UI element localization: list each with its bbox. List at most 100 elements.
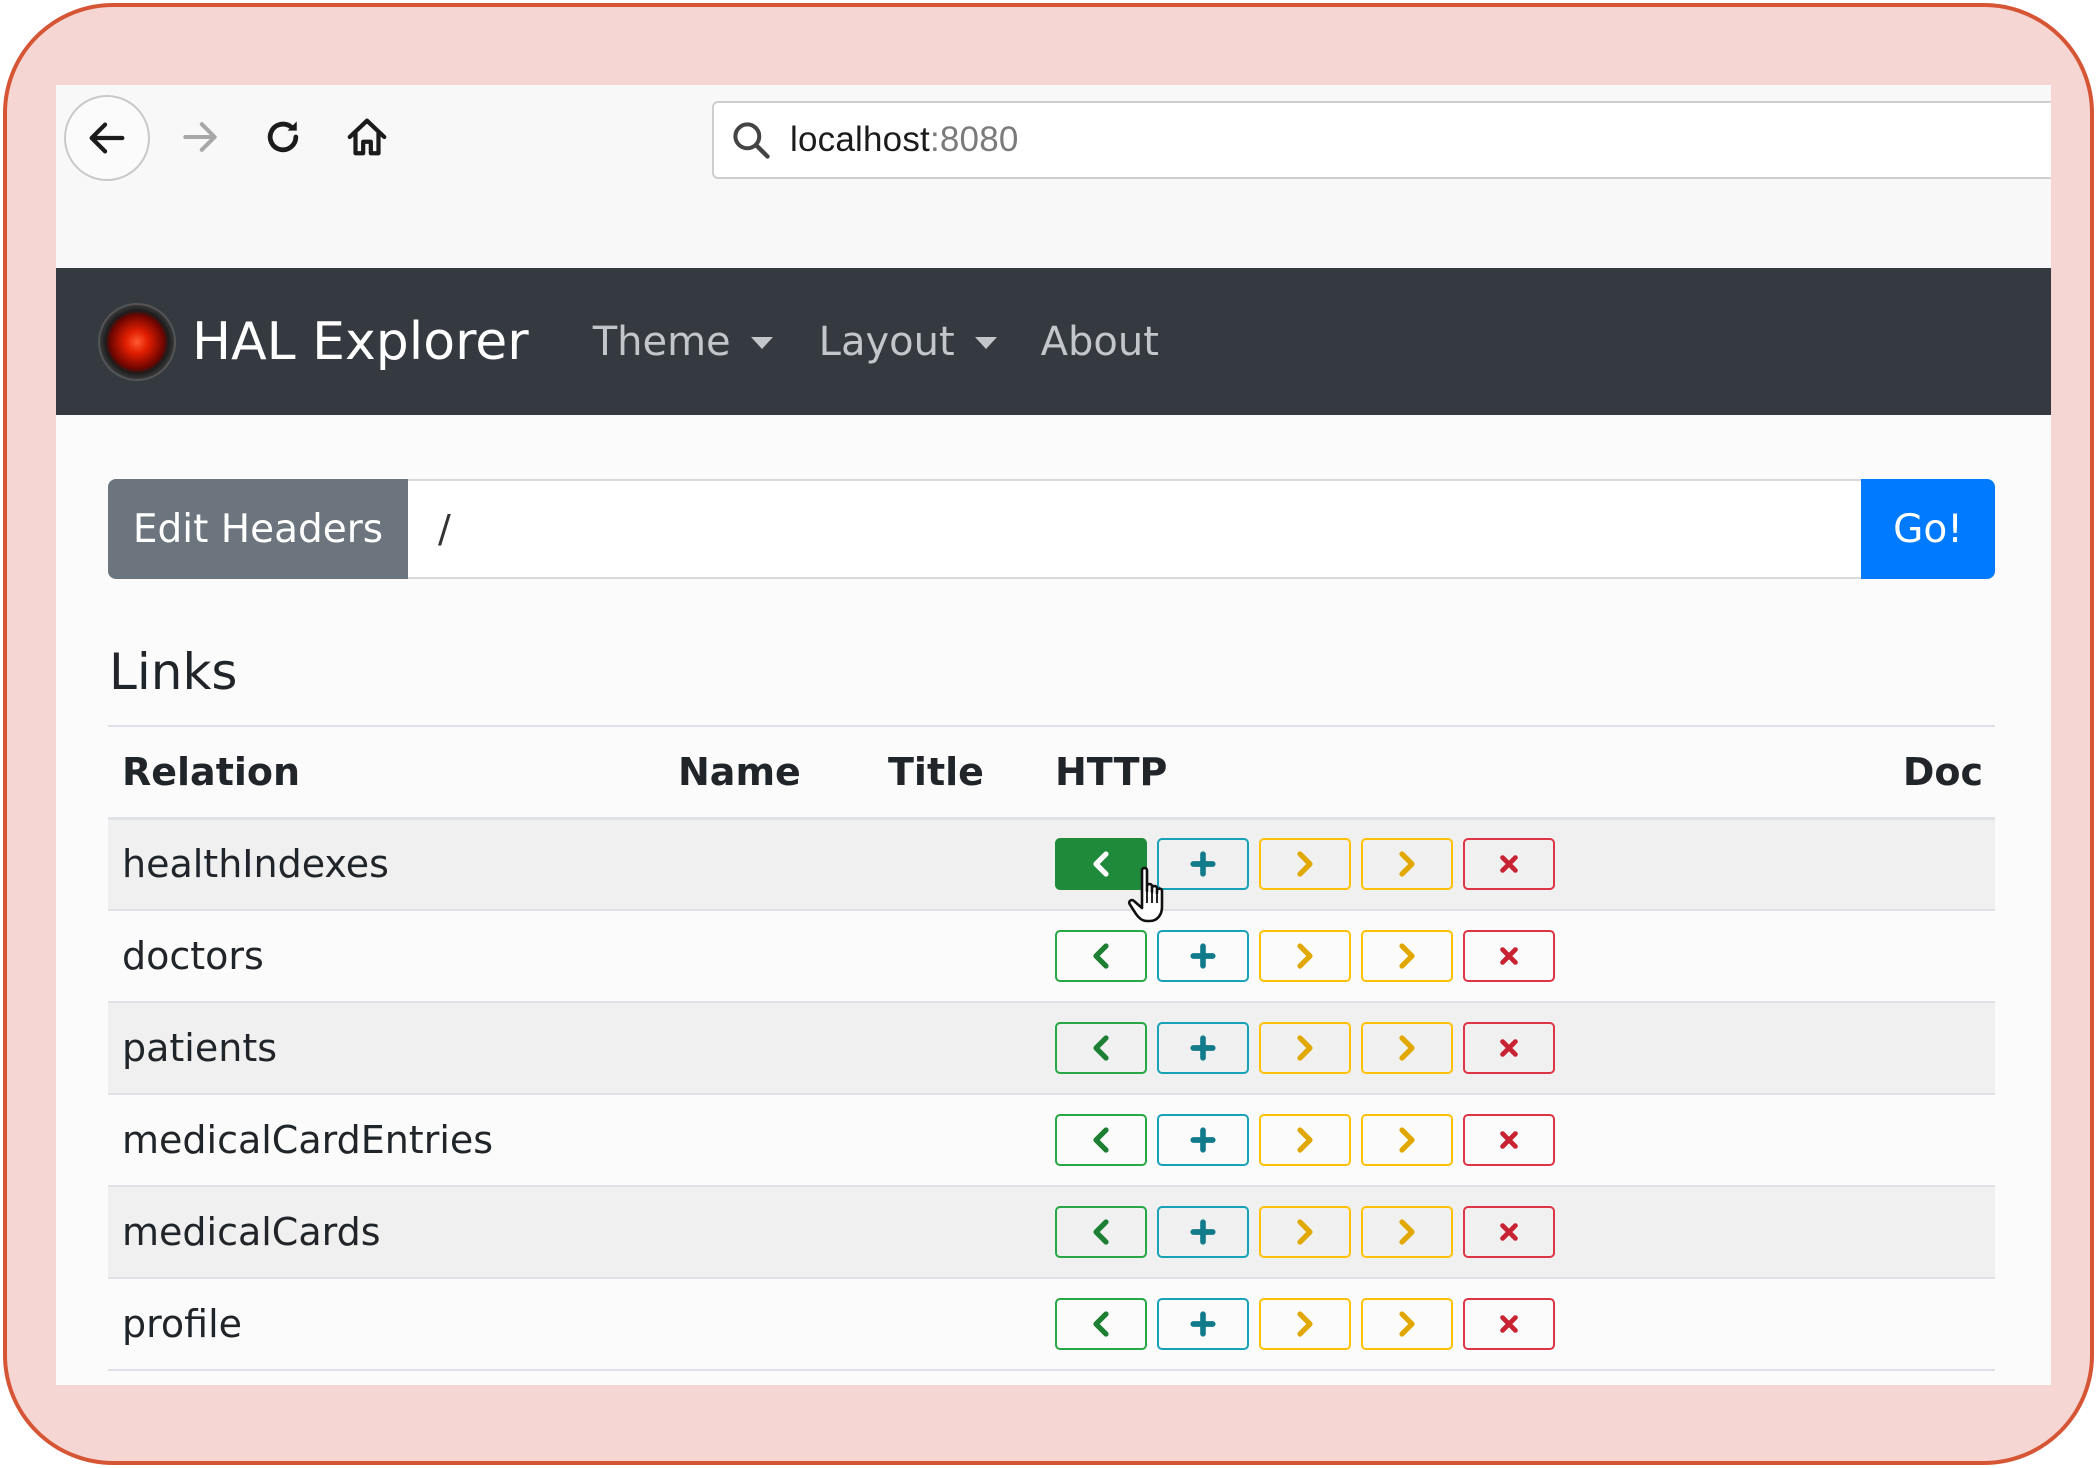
put-button[interactable] <box>1259 1298 1351 1350</box>
link-doc <box>1875 818 1995 911</box>
home-button[interactable] <box>337 107 397 167</box>
table-row: medicalCards <box>108 1186 1995 1279</box>
patch-button[interactable] <box>1361 1206 1453 1258</box>
links-table: Relation Name Title HTTP Doc healthIndex… <box>108 725 1995 1371</box>
hand-pointer-cursor-icon <box>1127 866 1164 923</box>
link-http-actions <box>1055 1094 1875 1187</box>
patch-button[interactable] <box>1361 1022 1453 1074</box>
delete-button[interactable] <box>1463 1298 1555 1350</box>
patch-button[interactable] <box>1361 1298 1453 1350</box>
column-header-doc: Doc <box>1875 725 1995 820</box>
navbar-brand[interactable]: HAL Explorer <box>100 304 529 379</box>
link-title <box>888 818 1055 911</box>
delete-button[interactable] <box>1463 930 1555 982</box>
edit-headers-button[interactable]: Edit Headers <box>108 479 408 579</box>
chevron-right-icon <box>1293 942 1317 970</box>
delete-button[interactable] <box>1463 1022 1555 1074</box>
plus-icon <box>1190 1127 1216 1153</box>
close-icon <box>1498 1313 1520 1335</box>
http-button-group <box>1055 1114 1875 1166</box>
link-name <box>678 1002 888 1095</box>
column-header-name: Name <box>678 725 888 820</box>
link-title <box>888 1186 1055 1279</box>
put-button[interactable] <box>1259 1114 1351 1166</box>
plus-icon <box>1190 851 1216 877</box>
links-table-body: healthIndexes doctors patients medicalCardE… <box>108 818 1995 1371</box>
link-name <box>678 1094 888 1187</box>
post-button[interactable] <box>1157 1206 1249 1258</box>
delete-button[interactable] <box>1463 838 1555 891</box>
put-button[interactable] <box>1259 1022 1351 1074</box>
nav-theme-dropdown[interactable]: Theme <box>593 319 773 365</box>
patch-button[interactable] <box>1361 1114 1453 1166</box>
reload-icon <box>267 121 299 153</box>
post-button[interactable] <box>1157 930 1249 982</box>
http-button-group <box>1055 1022 1875 1074</box>
link-http-actions <box>1055 1278 1875 1371</box>
http-button-group <box>1055 1206 1875 1258</box>
table-row: patients <box>108 1002 1995 1095</box>
close-icon <box>1498 1037 1520 1059</box>
get-button[interactable] <box>1055 1022 1147 1074</box>
post-button[interactable] <box>1157 1022 1249 1074</box>
column-header-title: Title <box>888 725 1055 820</box>
put-button[interactable] <box>1259 930 1351 982</box>
link-http-actions <box>1055 1186 1875 1279</box>
post-button[interactable] <box>1157 1298 1249 1350</box>
link-relation: patients <box>108 1002 678 1095</box>
plus-icon <box>1190 943 1216 969</box>
table-row: doctors <box>108 910 1995 1003</box>
table-row: healthIndexes <box>108 818 1995 911</box>
link-name <box>678 818 888 911</box>
link-title <box>888 910 1055 1003</box>
forward-button[interactable] <box>170 107 230 167</box>
plus-icon <box>1190 1219 1216 1245</box>
chevron-right-icon <box>1293 1310 1317 1338</box>
reload-button[interactable] <box>253 107 313 167</box>
http-button-group <box>1055 838 1875 891</box>
get-button[interactable] <box>1055 1114 1147 1166</box>
search-icon <box>728 117 774 163</box>
nav-layout-dropdown[interactable]: Layout <box>819 319 997 365</box>
url-host: localhost <box>790 120 930 159</box>
caret-down-icon <box>750 336 773 349</box>
nav-about-link[interactable]: About <box>1041 319 1159 365</box>
link-name <box>678 1186 888 1279</box>
chevron-left-icon <box>1089 1126 1113 1154</box>
get-button[interactable] <box>1055 1298 1147 1350</box>
back-button[interactable] <box>64 95 150 181</box>
nav-about-label: About <box>1040 318 1159 365</box>
put-button[interactable] <box>1259 1206 1351 1258</box>
get-button[interactable] <box>1055 1206 1147 1258</box>
url-port: :8080 <box>929 120 1019 159</box>
go-button[interactable]: Go! <box>1861 479 1995 579</box>
address-bar[interactable]: localhost:8080 <box>712 101 2051 179</box>
link-name <box>678 1278 888 1371</box>
post-button[interactable] <box>1157 1114 1249 1166</box>
uri-input[interactable]: / <box>408 479 1861 579</box>
patch-button[interactable] <box>1361 930 1453 982</box>
patch-button[interactable] <box>1361 838 1453 891</box>
close-icon <box>1498 853 1520 875</box>
delete-button[interactable] <box>1463 1114 1555 1166</box>
chevron-right-icon <box>1293 1034 1317 1062</box>
link-relation: healthIndexes <box>108 818 678 911</box>
link-relation: medicalCardEntries <box>108 1094 678 1187</box>
link-title <box>888 1278 1055 1371</box>
column-header-relation: Relation <box>108 725 678 820</box>
link-http-actions <box>1055 1002 1875 1095</box>
brand-title: HAL Explorer <box>192 311 529 372</box>
put-button[interactable] <box>1259 838 1351 891</box>
app-navbar: HAL Explorer Theme Layout About <box>56 268 2051 415</box>
link-doc <box>1875 1278 1995 1371</box>
arrow-right-icon <box>183 122 217 152</box>
link-doc <box>1875 1094 1995 1187</box>
link-name <box>678 910 888 1003</box>
chevron-right-icon <box>1395 1310 1419 1338</box>
chevron-right-icon <box>1293 850 1317 878</box>
close-icon <box>1498 1221 1520 1243</box>
get-button[interactable] <box>1055 930 1147 982</box>
chevron-right-icon <box>1293 1126 1317 1154</box>
delete-button[interactable] <box>1463 1206 1555 1258</box>
browser-window: localhost:8080 HAL Explorer Theme Layout… <box>56 85 2051 1385</box>
